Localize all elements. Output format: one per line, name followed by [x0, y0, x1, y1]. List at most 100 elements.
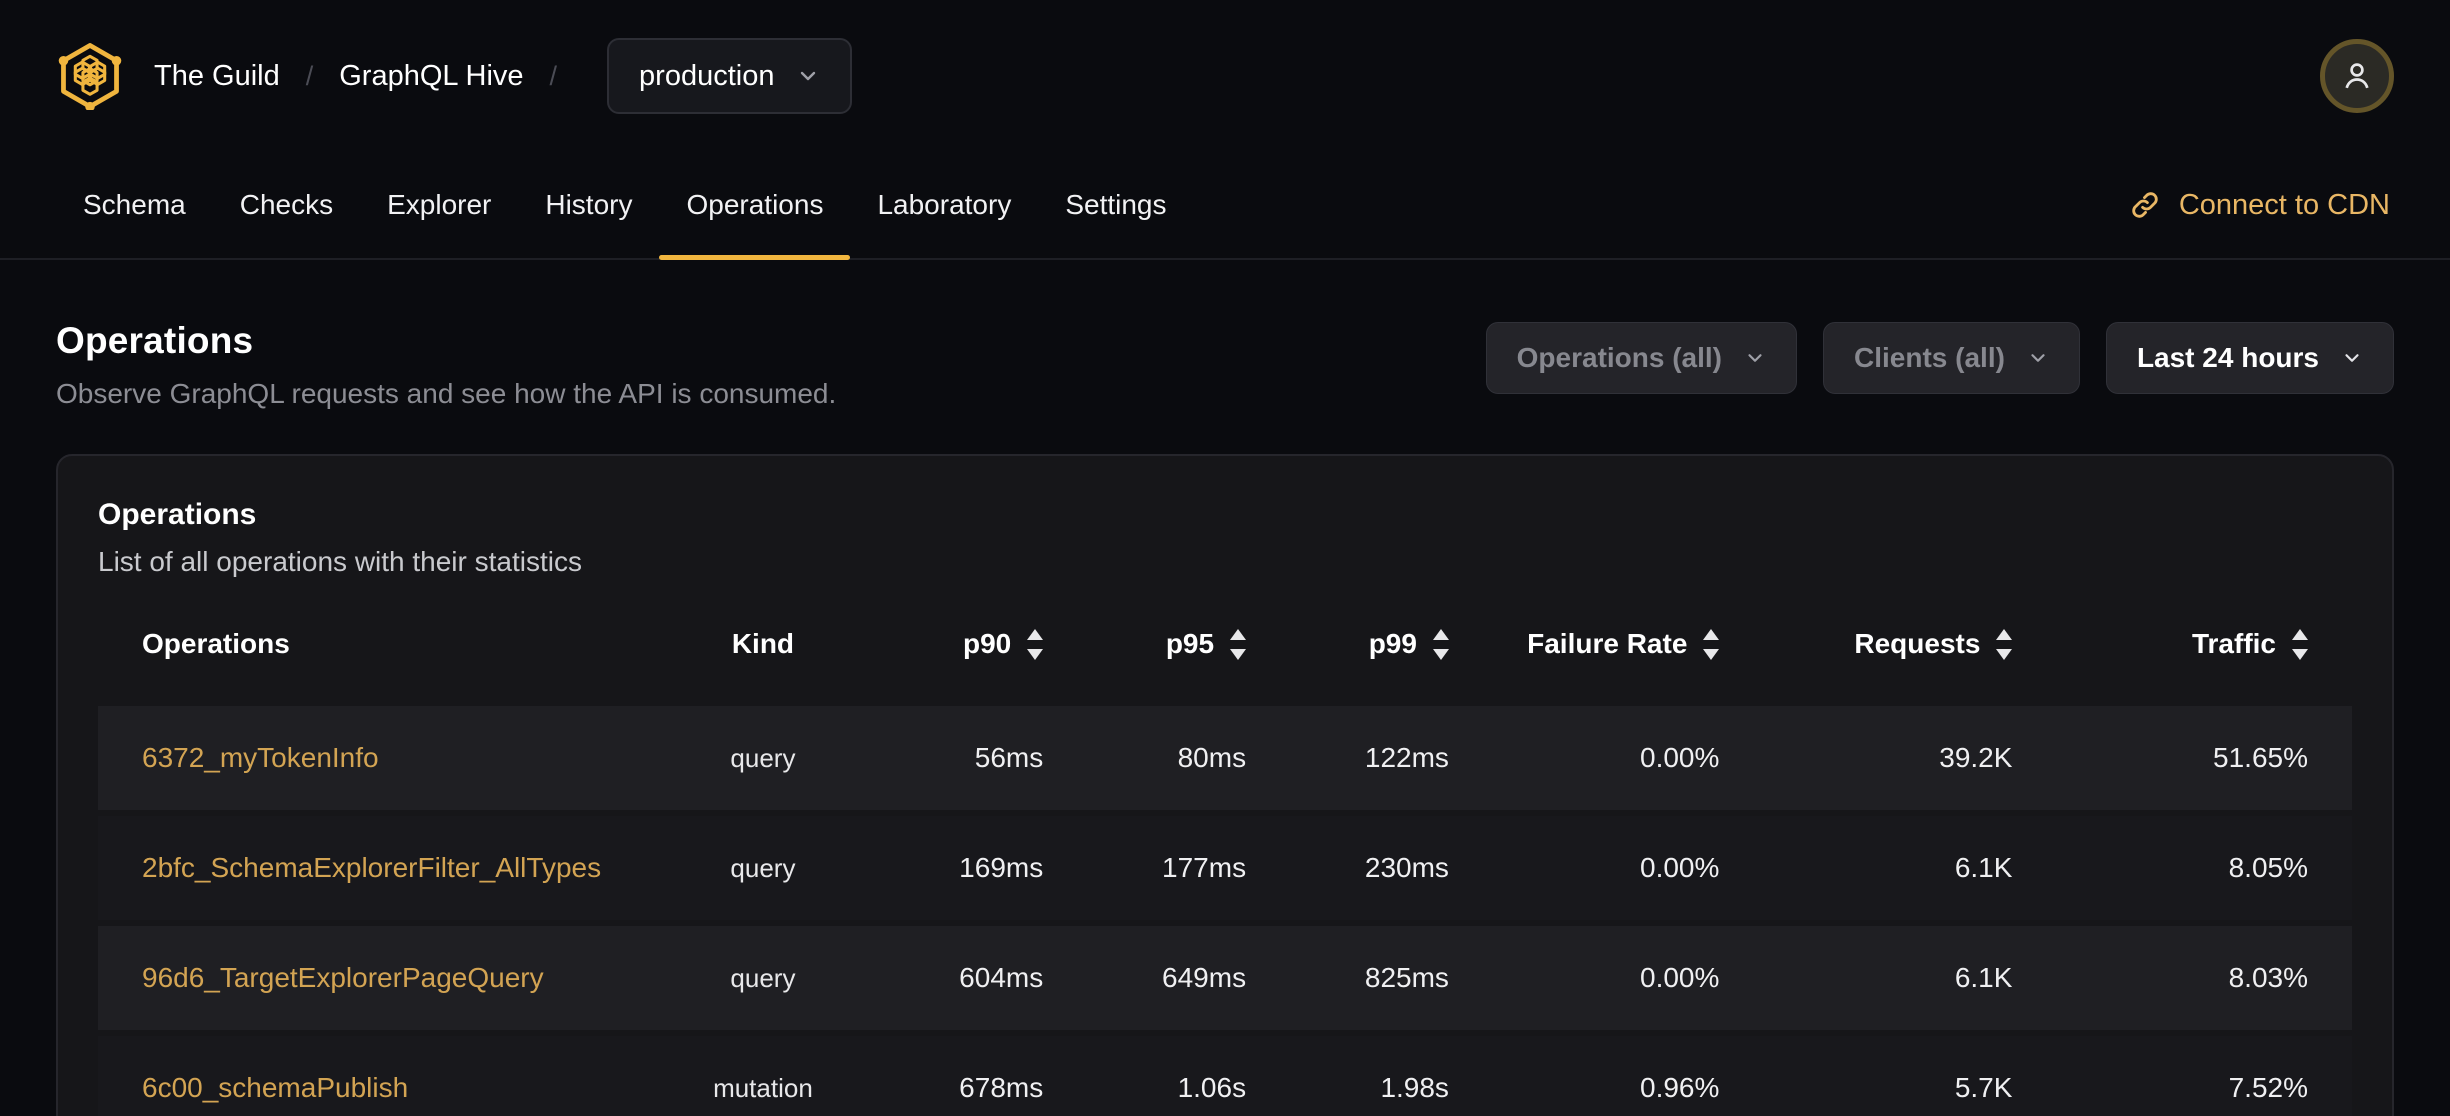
- tab-label: Laboratory: [877, 189, 1012, 220]
- column-label: Operations: [142, 628, 290, 659]
- tab-explorer[interactable]: Explorer: [360, 152, 518, 258]
- cell-kind: mutation: [661, 1036, 865, 1116]
- filter-controls: Operations (all) Clients (all) Last 24 h…: [1485, 322, 2394, 394]
- tab-history[interactable]: History: [518, 152, 659, 258]
- cell-failure_rate: 0.96%: [1472, 1036, 1744, 1116]
- cell-requests: 5.7K: [1743, 1036, 2037, 1116]
- column-header-traffic[interactable]: Traffic: [2036, 592, 2352, 700]
- operations-table: Operations Kind p90 p95 p99 Failure Rate Reque…: [98, 586, 2352, 1116]
- clients-filter-label: Clients (all): [1854, 342, 2005, 373]
- column-header-failure_rate[interactable]: Failure Rate: [1473, 592, 1743, 700]
- cell-requests: 6.1K: [1743, 816, 2037, 920]
- column-header-kind: Kind: [662, 592, 865, 700]
- cell-p90: 604ms: [864, 926, 1068, 1030]
- column-header-requests[interactable]: Requests: [1743, 592, 2036, 700]
- column-label: Traffic: [2191, 628, 2276, 659]
- operations-panel: Operations List of all operations with t…: [56, 454, 2394, 1116]
- cell-traffic: 7.52%: [2036, 1036, 2352, 1116]
- user-icon: [2345, 63, 2369, 89]
- chevron-down-icon: [1748, 354, 1762, 362]
- period-filter-dropdown[interactable]: Last 24 hours: [2105, 322, 2394, 394]
- cell-name: 2bfc_SchemaExplorerFilter_AllTypes: [98, 816, 662, 920]
- cell-name: 6c00_schemaPublish: [98, 1036, 662, 1116]
- operations-filter-dropdown[interactable]: Operations (all): [1485, 322, 1798, 394]
- chevron-down-icon: [2031, 354, 2045, 362]
- sort-arrows-icon[interactable]: [1432, 628, 1449, 660]
- breadcrumb-org[interactable]: The Guild: [154, 60, 280, 93]
- cell-traffic: 8.03%: [2036, 926, 2352, 1030]
- breadcrumb-separator: /: [549, 60, 558, 91]
- column-label: Requests: [1854, 628, 1981, 659]
- cell-p99: 122ms: [1270, 706, 1473, 810]
- table-row: 6c00_schemaPublish mutation 678ms 1.06s 1.98…: [98, 1036, 2352, 1116]
- tab-checks[interactable]: Checks: [213, 152, 360, 258]
- table-row: 2bfc_SchemaExplorerFilter_AllTypes query 1…: [98, 816, 2352, 920]
- column-header-p95[interactable]: p95: [1067, 592, 1270, 700]
- cell-p90: 56ms: [864, 706, 1068, 810]
- cell-requests: 39.2K: [1743, 706, 2037, 810]
- panel-subtitle: List of all operations with their statis…: [98, 546, 582, 577]
- panel-title: Operations: [98, 498, 257, 531]
- link-icon: [2132, 192, 2158, 218]
- tab-label: Checks: [239, 189, 334, 220]
- column-header-name: Operations: [98, 592, 662, 700]
- cell-p95: 1.06s: [1067, 1036, 1271, 1116]
- page-subtitle: Observe GraphQL requests and see how the…: [56, 378, 837, 409]
- page-title: Operations: [56, 320, 254, 361]
- cell-p99: 230ms: [1270, 816, 1473, 920]
- column-label: Failure Rate: [1527, 628, 1688, 659]
- sort-arrows-icon[interactable]: [1230, 628, 1247, 660]
- table-row: 6372_myTokenInfo query 56ms 80ms 122ms 0.00% 3…: [98, 706, 2352, 810]
- operation-link[interactable]: 2bfc_SchemaExplorerFilter_AllTypes: [142, 852, 601, 883]
- cell-p90: 678ms: [864, 1036, 1068, 1116]
- cell-name: 6372_myTokenInfo: [98, 706, 662, 810]
- user-avatar-button[interactable]: [2320, 39, 2394, 113]
- sort-arrows-icon[interactable]: [1996, 628, 2013, 660]
- cell-p95: 649ms: [1067, 926, 1271, 1030]
- tab-schema[interactable]: Schema: [56, 152, 213, 258]
- table-header-row: Operations Kind p90 p95 p99 Failure Rate Reque…: [98, 592, 2352, 700]
- sort-arrows-icon[interactable]: [1027, 628, 1044, 660]
- top-bar: The Guild / GraphQL Hive / production: [0, 0, 2450, 152]
- period-filter-label: Last 24 hours: [2136, 342, 2319, 373]
- cell-p99: 825ms: [1270, 926, 1473, 1030]
- cell-p90: 169ms: [864, 816, 1068, 920]
- tab-operations[interactable]: Operations: [659, 152, 851, 260]
- hive-honeycomb-logo-icon: [58, 43, 122, 110]
- cell-failure_rate: 0.00%: [1472, 706, 1744, 810]
- tab-settings[interactable]: Settings: [1038, 152, 1193, 258]
- tab-label: Schema: [83, 189, 186, 220]
- cell-traffic: 8.05%: [2036, 816, 2352, 920]
- target-selector-button[interactable]: production: [607, 38, 853, 114]
- connect-to-cdn-label: Connect to CDN: [2178, 188, 2390, 221]
- tab-label: Explorer: [387, 189, 492, 220]
- column-label: p90: [962, 628, 1012, 659]
- cell-traffic: 51.65%: [2036, 706, 2352, 810]
- cell-kind: query: [661, 706, 865, 810]
- cell-p95: 177ms: [1067, 816, 1271, 920]
- operation-link[interactable]: 6372_myTokenInfo: [142, 742, 379, 773]
- table-row: 96d6_TargetExplorerPageQuery query 604ms 64…: [98, 926, 2352, 1030]
- sort-arrows-icon[interactable]: [1703, 628, 1720, 660]
- tab-label: Settings: [1065, 189, 1167, 220]
- cell-name: 96d6_TargetExplorerPageQuery: [98, 926, 662, 1030]
- operation-link[interactable]: 96d6_TargetExplorerPageQuery: [142, 962, 544, 993]
- section-tabs: Schema Checks Explorer History Operations Lab…: [56, 152, 1194, 260]
- breadcrumb: The Guild / GraphQL Hive / production: [154, 38, 853, 114]
- clients-filter-dropdown[interactable]: Clients (all): [1823, 322, 2080, 394]
- operation-link[interactable]: 6c00_schemaPublish: [142, 1072, 408, 1103]
- cell-failure_rate: 0.00%: [1472, 926, 1744, 1030]
- breadcrumb-separator: /: [305, 60, 314, 91]
- sort-arrows-icon[interactable]: [2292, 628, 2308, 660]
- section-tabs-bar: Schema Checks Explorer History Operations Lab…: [0, 152, 2450, 260]
- column-label: p95: [1165, 628, 1215, 659]
- connect-to-cdn-button[interactable]: Connect to CDN: [2129, 152, 2402, 258]
- cell-kind: query: [661, 816, 865, 920]
- column-header-p90[interactable]: p90: [864, 592, 1067, 700]
- chevron-down-icon: [2345, 354, 2359, 362]
- tab-laboratory[interactable]: Laboratory: [850, 152, 1038, 258]
- column-header-p99[interactable]: p99: [1270, 592, 1473, 700]
- column-label: p99: [1368, 628, 1417, 659]
- cell-p99: 1.98s: [1270, 1036, 1473, 1116]
- breadcrumb-project[interactable]: GraphQL Hive: [339, 60, 523, 93]
